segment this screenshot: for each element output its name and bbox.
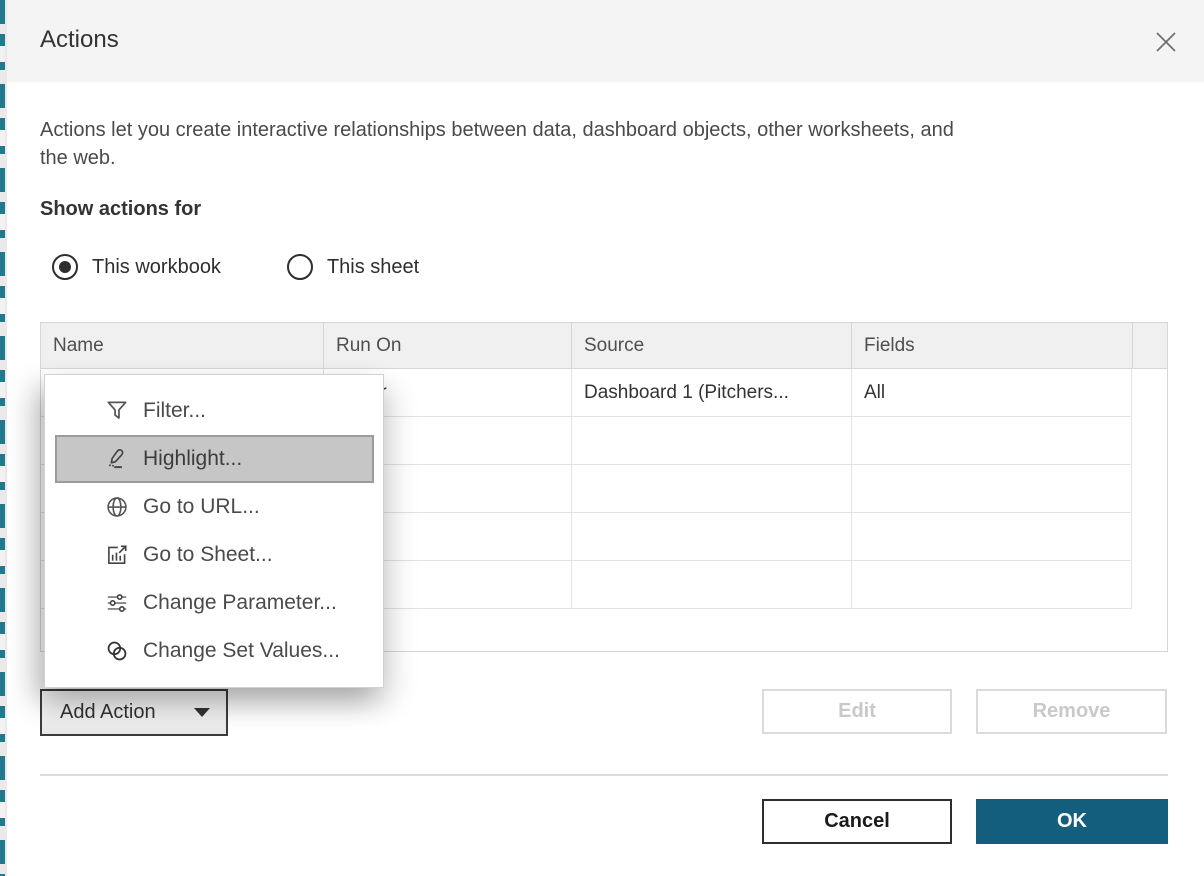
radio-this-sheet[interactable]: This sheet	[286, 254, 420, 280]
add-action-label: Add Action	[60, 701, 156, 723]
menu-item-go-to-url[interactable]: Go to URL...	[45, 483, 383, 531]
cancel-button[interactable]: Cancel	[762, 799, 952, 844]
cancel-label: Cancel	[824, 810, 890, 832]
cell-source: Dashboard 1 (Pitchers...	[571, 369, 851, 416]
footer-divider	[40, 774, 1168, 776]
description-line2: the web.	[40, 147, 116, 169]
menu-item-label: Go to URL...	[143, 495, 260, 518]
menu-item-label: Highlight...	[143, 447, 243, 470]
radio-this-workbook-label: This workbook	[92, 255, 221, 278]
radio-unselected-icon	[286, 254, 313, 280]
dialog-header: Actions	[0, 0, 1204, 82]
globe-icon	[103, 493, 131, 521]
close-button[interactable]	[1150, 26, 1182, 58]
edit-label: Edit	[838, 700, 876, 722]
menu-item-highlight[interactable]: Highlight...	[55, 435, 374, 483]
sliders-icon	[103, 589, 131, 617]
add-action-menu: Filter... Highlight... Go to URL... Go t…	[44, 374, 384, 688]
menu-item-label: Filter...	[143, 399, 207, 422]
dialog-description: Actions let you create interactive relat…	[40, 116, 1180, 172]
close-icon	[1153, 29, 1179, 55]
menu-item-change-parameter[interactable]: Change Parameter...	[45, 579, 383, 627]
chevron-down-icon	[194, 708, 210, 717]
ok-button[interactable]: OK	[976, 799, 1168, 844]
column-header-fields[interactable]: Fields	[851, 323, 1132, 368]
ok-label: OK	[1057, 810, 1087, 832]
radio-selected-icon	[52, 254, 78, 280]
remove-label: Remove	[1032, 700, 1111, 722]
menu-item-label: Go to Sheet...	[143, 543, 273, 566]
linked-circles-icon	[103, 637, 131, 665]
description-line1: Actions let you create interactive relat…	[40, 119, 954, 141]
page-title: Actions	[40, 26, 119, 53]
chart-arrow-icon	[103, 541, 131, 569]
filter-icon	[103, 397, 131, 425]
column-header-run-on[interactable]: Run On	[323, 323, 571, 368]
edit-button[interactable]: Edit	[762, 689, 952, 734]
table-header-row: Name Run On Source Fields	[41, 323, 1167, 369]
scope-radio-group: This workbook This sheet	[52, 254, 419, 280]
cell-fields: All	[851, 369, 1132, 416]
selection-marching-ants	[0, 0, 5, 876]
remove-button[interactable]: Remove	[976, 689, 1167, 734]
add-action-button[interactable]: Add Action	[40, 689, 228, 736]
menu-item-go-to-sheet[interactable]: Go to Sheet...	[45, 531, 383, 579]
highlighter-icon	[103, 445, 131, 473]
actions-dialog: Actions Actions let you create interacti…	[0, 0, 1204, 876]
show-actions-for-heading: Show actions for	[40, 198, 202, 220]
menu-item-label: Change Parameter...	[143, 591, 337, 614]
left-gutter	[0, 0, 7, 876]
column-header-source[interactable]: Source	[571, 323, 851, 368]
menu-item-label: Change Set Values...	[143, 639, 340, 662]
column-header-gutter	[1132, 323, 1167, 368]
column-header-name[interactable]: Name	[41, 323, 323, 368]
radio-this-workbook[interactable]: This workbook	[52, 254, 221, 280]
menu-item-filter[interactable]: Filter...	[45, 387, 383, 435]
radio-this-sheet-label: This sheet	[326, 255, 420, 278]
menu-item-change-set-values[interactable]: Change Set Values...	[45, 627, 383, 675]
